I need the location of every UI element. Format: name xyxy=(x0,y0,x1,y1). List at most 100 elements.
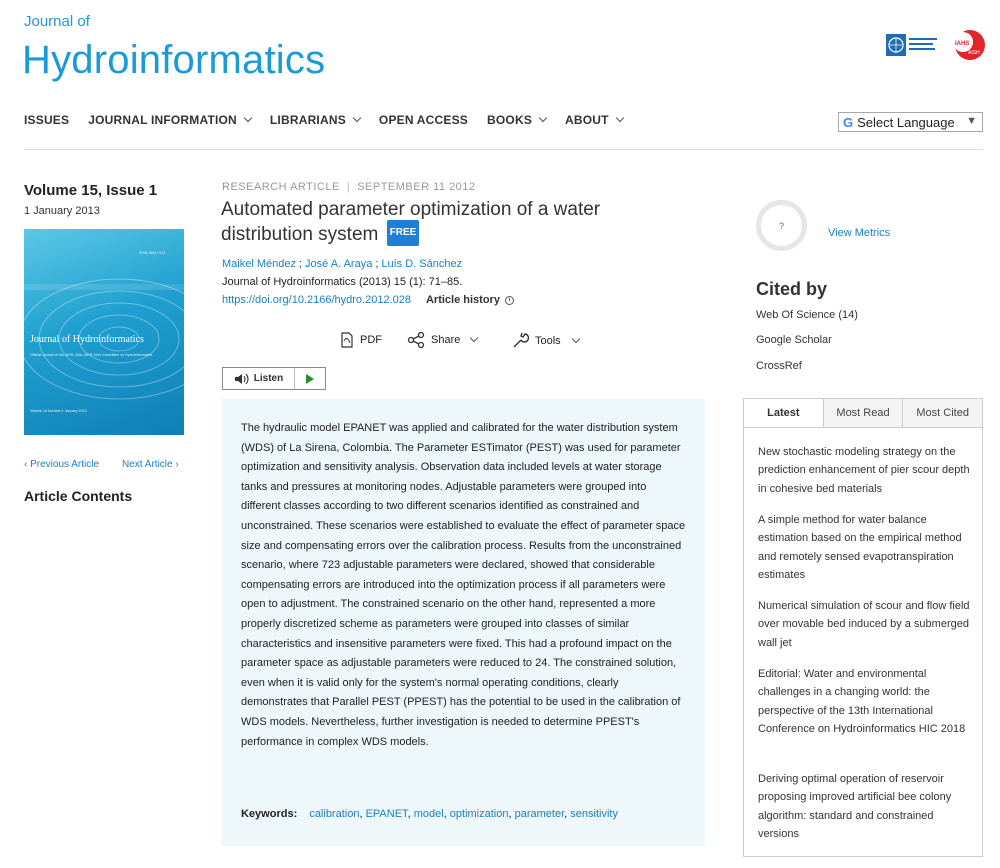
chevron-down-icon xyxy=(470,333,479,343)
article-meta: RESEARCH ARTICLE | SEPTEMBER 11 2012 xyxy=(222,181,476,193)
nav-item-label: ABOUT xyxy=(565,113,609,127)
article-history-label: Article history xyxy=(425,294,500,306)
author-separator: ; xyxy=(375,258,379,270)
next-article-label: Next Article xyxy=(122,459,173,470)
cited-by-heading: Cited by xyxy=(756,279,828,299)
language-select[interactable]: G Select Language ▼ xyxy=(838,112,983,132)
article-type: RESEARCH ARTICLE xyxy=(222,181,340,193)
keyword-link[interactable]: EPANET xyxy=(366,808,408,820)
latest-article-link[interactable]: Deriving optimal operation of reservoir … xyxy=(758,770,976,844)
cover-footer: Volume 15 Number 1 January 2013 xyxy=(30,409,87,413)
author-separator: ; xyxy=(298,258,303,270)
share-icon xyxy=(407,332,425,348)
previous-article-label: Previous Article xyxy=(30,459,100,470)
wrench-icon xyxy=(513,332,529,348)
altmetric-badge[interactable]: ? xyxy=(756,200,807,251)
issue-volume[interactable]: Volume 15, Issue 1 xyxy=(24,182,157,199)
chevron-right-icon: › xyxy=(172,459,179,470)
nav-item-label: OPEN ACCESS xyxy=(378,113,469,127)
play-icon xyxy=(306,373,314,384)
header-divider xyxy=(24,149,983,150)
chevron-down-icon xyxy=(538,113,548,123)
tab-most-read[interactable]: Most Read xyxy=(822,399,903,427)
svg-text:IAHS: IAHS xyxy=(955,41,969,47)
nav-item-books[interactable]: BOOKS xyxy=(487,113,548,127)
chevron-down-icon xyxy=(615,113,624,123)
clock-icon[interactable] xyxy=(504,295,514,305)
journal-logo-title[interactable]: Hydroinformatics xyxy=(22,38,325,83)
nav-item-librarians[interactable]: LIBRARIANS xyxy=(269,113,362,127)
google-icon: G xyxy=(843,114,854,130)
free-badge: FREE xyxy=(386,220,420,246)
listen-label: Listen xyxy=(253,373,284,384)
listen-player: Listen xyxy=(222,367,326,390)
article-contents-heading[interactable]: Article Contents xyxy=(24,488,132,504)
speaker-icon xyxy=(234,373,249,384)
iwa-logo[interactable] xyxy=(886,32,938,58)
nav-item-journal-information[interactable]: JOURNAL INFORMATION xyxy=(88,113,253,127)
nav-item-issues[interactable]: ISSUES xyxy=(24,113,69,127)
nav-item-label: LIBRARIANS xyxy=(269,113,346,127)
keyword-link[interactable]: optimization xyxy=(450,808,509,820)
article-citation: Journal of Hydroinformatics (2013) 15 (1… xyxy=(222,276,463,288)
google-scholar-link[interactable]: Google Scholar xyxy=(756,334,832,346)
nav-item-open-access[interactable]: OPEN ACCESS xyxy=(379,113,468,127)
cover-title: Journal of Hydroinformatics xyxy=(30,334,144,345)
keyword-link[interactable]: model xyxy=(414,808,444,820)
abstract-text: The hydraulic model EPANET was applied a… xyxy=(241,422,686,748)
chevron-down-icon xyxy=(352,113,362,123)
keyword-link[interactable]: sensitivity xyxy=(570,808,618,820)
article-history-toggle[interactable]: Article history xyxy=(426,294,500,306)
keyword-link[interactable]: calibration xyxy=(309,808,359,820)
keywords-row: Keywords: calibration, EPANET, model, op… xyxy=(241,808,618,820)
abstract-section: The hydraulic model EPANET was applied a… xyxy=(222,399,705,846)
language-select-label: Select Language xyxy=(857,114,955,130)
next-article-link[interactable]: Next Article › xyxy=(122,459,179,470)
issue-cover-image[interactable]: ISSN 1464-7141 Journal of Hydroinformati… xyxy=(24,229,184,435)
crossref-link[interactable]: CrossRef xyxy=(756,360,802,372)
iahr-logo[interactable]: IAHS AISH xyxy=(950,27,986,63)
cover-subtitle: Official Journal of the IAHR–IWA–IAHS Jo… xyxy=(30,353,153,357)
doi-row: https://doi.org/10.2166/hydro.2012.028 A… xyxy=(222,294,514,306)
nav-item-label: JOURNAL INFORMATION xyxy=(88,113,237,127)
chevron-down-icon xyxy=(571,334,580,343)
svg-text:AISH: AISH xyxy=(968,50,980,56)
tools-label: Tools xyxy=(535,334,561,347)
latest-article-link[interactable]: A simple method for water balance estima… xyxy=(758,511,976,585)
tools-button[interactable]: Tools xyxy=(511,332,580,349)
issue-date: 1 January 2013 xyxy=(24,205,100,217)
tab-latest[interactable]: Latest xyxy=(744,399,823,427)
latest-article-link[interactable]: New stochastic modeling strategy on the … xyxy=(758,443,976,498)
play-button[interactable] xyxy=(295,368,325,389)
dropdown-arrow-icon: ▼ xyxy=(966,115,977,127)
latest-article-link[interactable]: Editorial: Water and environmental chall… xyxy=(758,665,976,739)
meta-separator: | xyxy=(346,181,351,193)
doi-link[interactable]: https://doi.org/10.2166/hydro.2012.028 xyxy=(222,294,411,306)
keyword-link[interactable]: parameter xyxy=(515,808,565,820)
pdf-icon xyxy=(341,332,353,348)
articles-tabs: Latest Most Read Most Cited xyxy=(743,398,983,428)
author-link[interactable]: Maikel Méndez xyxy=(222,258,296,270)
nav-item-about[interactable]: ABOUT xyxy=(565,113,624,127)
article-date: SEPTEMBER 11 2012 xyxy=(357,181,476,193)
chevron-down-icon xyxy=(243,113,253,123)
journal-of-label: Journal of xyxy=(24,13,90,30)
web-of-science-link[interactable]: Web Of Science (14) xyxy=(756,309,858,321)
author-link[interactable]: Luís D. Sánchez xyxy=(381,258,462,270)
pdf-button[interactable]: PDF xyxy=(340,332,382,348)
cover-issn: ISSN 1464-7141 xyxy=(139,251,166,255)
tab-most-cited[interactable]: Most Cited xyxy=(902,399,983,427)
author-link[interactable]: José A. Araya xyxy=(305,258,372,270)
article-title: Automated parameter optimization of a wa… xyxy=(221,198,691,248)
main-nav: ISSUES JOURNAL INFORMATION LIBRARIANS OPEN … xyxy=(24,113,642,127)
latest-article-link[interactable]: Numerical simulation of scour and flow f… xyxy=(758,597,976,652)
previous-article-link[interactable]: ‹ Previous Article xyxy=(24,459,99,470)
nav-item-label: ISSUES xyxy=(24,113,70,127)
view-metrics-link[interactable]: View Metrics xyxy=(828,227,890,239)
listen-button[interactable]: Listen xyxy=(223,368,295,389)
latest-articles-panel: New stochastic modeling strategy on the … xyxy=(743,427,983,857)
author-list: Maikel Méndez; José A. Araya; Luís D. Sánc… xyxy=(222,258,462,270)
keywords-label: Keywords: xyxy=(241,808,298,820)
share-button[interactable]: Share xyxy=(407,332,479,348)
nav-item-label: BOOKS xyxy=(487,113,533,127)
